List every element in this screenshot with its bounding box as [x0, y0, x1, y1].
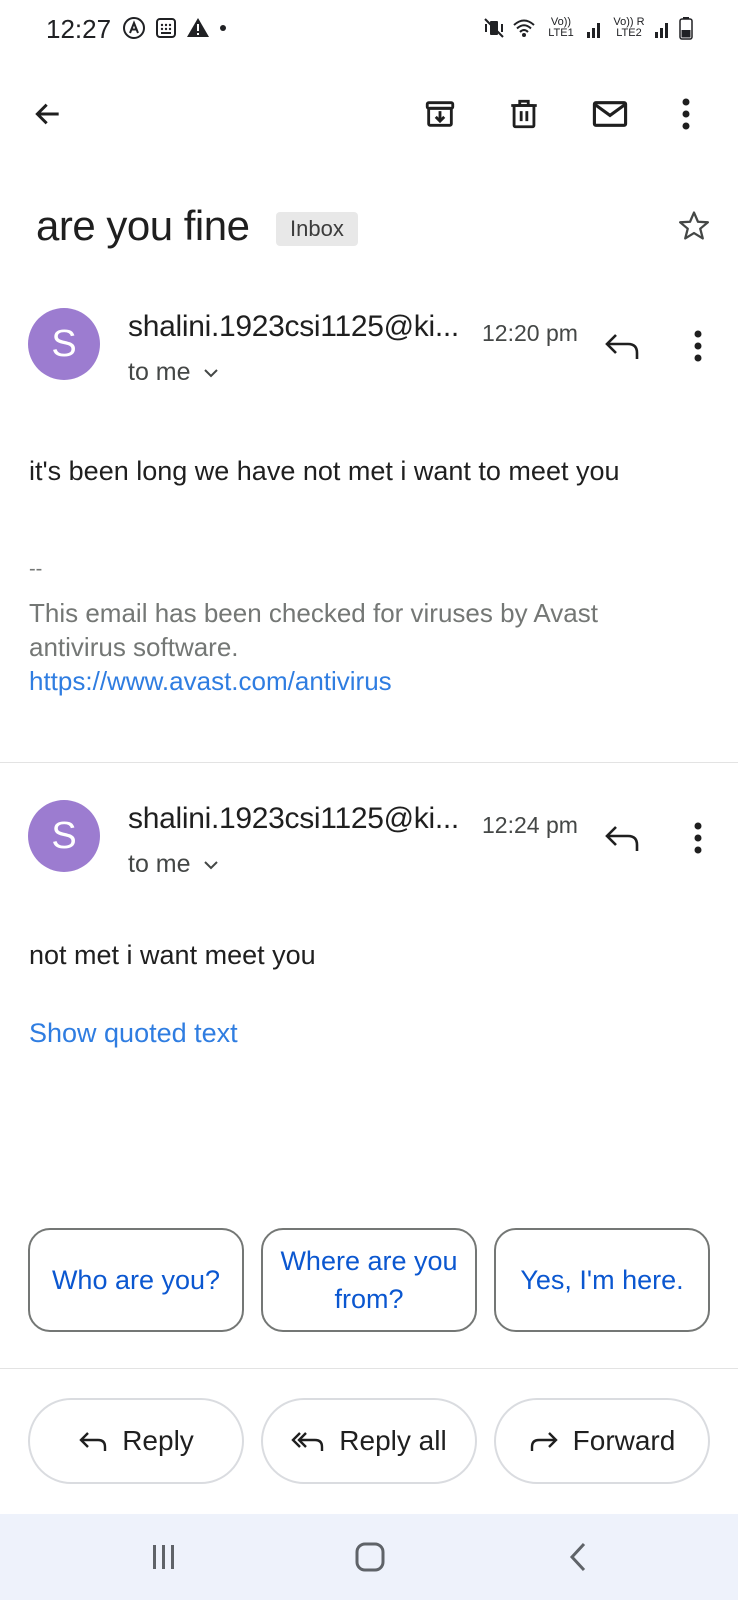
- show-quoted-text-link[interactable]: Show quoted text: [29, 1016, 238, 1050]
- toolbar: [0, 80, 738, 144]
- recent-apps-button[interactable]: [134, 1532, 194, 1582]
- message-time: 12:24 pm: [482, 812, 578, 838]
- more-vert-icon: [694, 822, 702, 854]
- status-time: 12:27: [46, 14, 112, 44]
- warning-icon: [187, 18, 209, 37]
- smart-reply-chip[interactable]: Who are you?: [28, 1228, 244, 1332]
- message-time: 12:20 pm: [482, 320, 578, 346]
- sender-name: shalini.1923csi1125@ki...: [128, 802, 459, 835]
- back-button[interactable]: [26, 92, 70, 136]
- reply-icon: [605, 826, 639, 851]
- more-options-button[interactable]: [664, 92, 708, 136]
- recipient-details-toggle[interactable]: to me: [128, 358, 219, 387]
- back-chevron-icon: [569, 1542, 586, 1572]
- forward-action-button[interactable]: Forward: [494, 1398, 710, 1484]
- reply-label: Reply: [122, 1425, 194, 1456]
- star-button[interactable]: [672, 204, 716, 248]
- mail-icon: [592, 101, 628, 127]
- smart-reply-label: Who are you?: [51, 1265, 221, 1295]
- smart-reply-label: Yes, I'm here.: [520, 1265, 684, 1295]
- wifi-icon: [513, 19, 535, 37]
- delete-button[interactable]: [502, 92, 546, 136]
- message-body: it's been long we have not met i want to…: [29, 456, 620, 486]
- message-more-button[interactable]: [676, 322, 720, 370]
- signal2-icon: [655, 23, 668, 38]
- system-back-button[interactable]: [548, 1532, 608, 1582]
- more-vert-icon: [694, 330, 702, 362]
- divider: [0, 762, 738, 763]
- archive-button[interactable]: [418, 92, 462, 136]
- avast-link[interactable]: https://www.avast.com/antivirus: [29, 664, 392, 698]
- reply-icon: [79, 1432, 107, 1451]
- message-body: not met i want meet you: [29, 940, 316, 970]
- reply-all-label: Reply all: [339, 1425, 447, 1456]
- message-more-button[interactable]: [676, 814, 720, 862]
- reply-all-action-button[interactable]: Reply all: [261, 1398, 477, 1484]
- vibrate-mute-icon: [484, 18, 504, 38]
- email-subject: are you fine: [36, 202, 250, 249]
- avatar[interactable]: S: [28, 308, 100, 380]
- back-arrow-icon: [35, 103, 59, 125]
- divider: [0, 1368, 738, 1369]
- reply-icon: [605, 334, 639, 359]
- more-vert-icon: [682, 98, 690, 130]
- message-header[interactable]: S shalini.1923csi1125@ki... 12:24 pm to …: [0, 800, 738, 900]
- notification-dot-icon: [220, 25, 226, 31]
- sim2-label: Vo)) R LTE2: [613, 16, 645, 39]
- status-bar: 12:27 Vo)) LTE1 Vo)) R LTE2: [0, 0, 738, 60]
- signature-line: antivirus software.: [29, 632, 239, 662]
- calculator-icon: [156, 18, 176, 38]
- avatar[interactable]: S: [28, 800, 100, 872]
- smart-reply-chip[interactable]: Yes, I'm here.: [494, 1228, 710, 1332]
- sim1-label: Vo)) LTE1: [548, 16, 574, 39]
- home-button[interactable]: [340, 1532, 400, 1582]
- signature-line: This email has been checked for viruses …: [29, 598, 598, 628]
- mark-unread-button[interactable]: [588, 92, 632, 136]
- smart-replies: Who are you? Where are you from? Yes, I'…: [28, 1228, 710, 1332]
- forward-label: Forward: [572, 1425, 676, 1456]
- smart-reply-label: Where are you: [280, 1246, 458, 1276]
- smart-reply-chip[interactable]: Where are you from?: [261, 1228, 477, 1332]
- delete-icon: [511, 99, 537, 129]
- recipient-details-toggle[interactable]: to me: [128, 850, 219, 879]
- smart-reply-label: from?: [334, 1284, 404, 1314]
- chevron-down-icon: [203, 860, 218, 869]
- subject-row: are you fine Inbox: [36, 198, 716, 258]
- recipient-label: to me: [128, 358, 191, 386]
- forward-icon: [530, 1432, 558, 1451]
- reply-button[interactable]: [598, 814, 646, 862]
- chevron-down-icon: [203, 368, 218, 377]
- app-a-icon: [123, 17, 145, 39]
- message-header[interactable]: S shalini.1923csi1125@ki... 12:20 pm to …: [0, 308, 738, 408]
- reply-action-button[interactable]: Reply: [28, 1398, 244, 1484]
- reply-actions: Reply Reply all Forward: [28, 1398, 710, 1484]
- recipient-label: to me: [128, 850, 191, 878]
- home-icon: [355, 1542, 385, 1572]
- signature-separator: --: [29, 558, 43, 580]
- inbox-label-chip[interactable]: Inbox: [276, 212, 358, 246]
- recent-apps-icon: [153, 1545, 174, 1569]
- system-nav-bar: [0, 1514, 738, 1600]
- archive-icon: [425, 101, 455, 127]
- signal1-icon: [587, 23, 600, 38]
- reply-button[interactable]: [598, 322, 646, 370]
- star-icon: [678, 211, 710, 240]
- sender-name: shalini.1923csi1125@ki...: [128, 310, 459, 343]
- battery-icon: [679, 17, 693, 40]
- reply-all-icon: [291, 1432, 324, 1451]
